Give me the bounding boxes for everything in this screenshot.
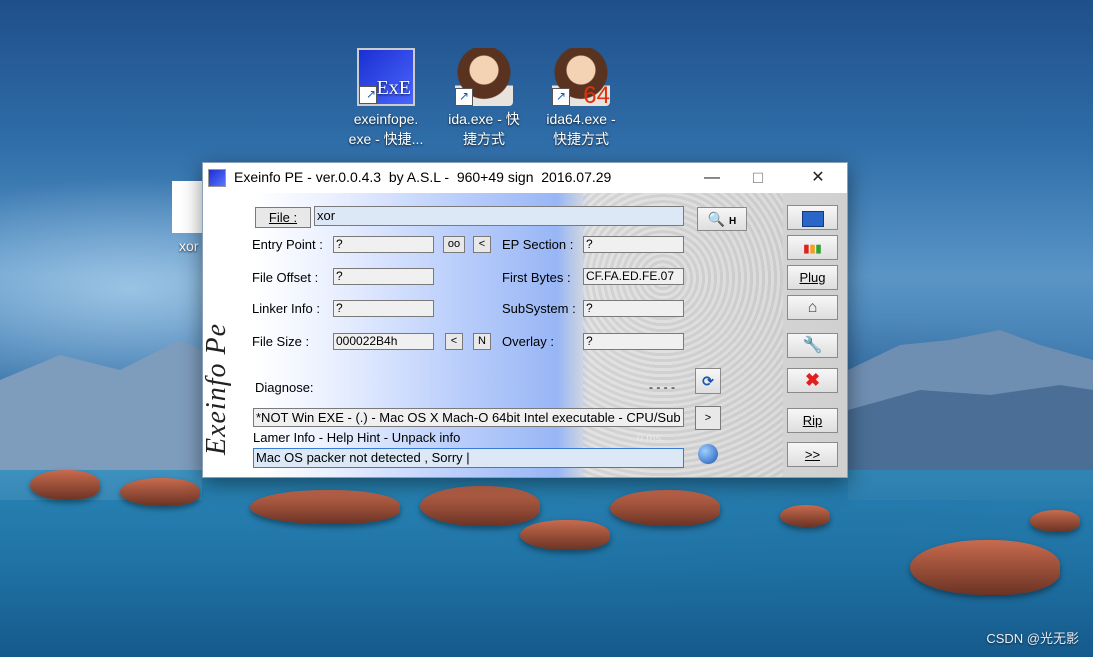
- csdn-watermark: CSDN @光无影: [986, 631, 1079, 646]
- packer-result-field[interactable]: Mac OS packer not detected , Sorry |: [253, 448, 684, 468]
- linker-info-field[interactable]: ?: [333, 300, 434, 317]
- overlay-field[interactable]: ?: [583, 333, 684, 350]
- rock: [30, 470, 100, 500]
- desktop-icon-ida[interactable]: ↗ ida.exe - 快 捷方式: [441, 48, 527, 149]
- desktop-icon-exeinfope[interactable]: ExE ↗ exeinfope. exe - 快捷...: [343, 48, 429, 149]
- ep-section-label: EP Section :: [502, 237, 574, 252]
- desktop-icon-label: ida64.exe -: [546, 111, 616, 127]
- title-bar[interactable]: Exeinfo PE - ver.0.0.4.3 by A.S.L - 960+…: [203, 163, 847, 193]
- plug-button[interactable]: Plug: [787, 265, 838, 290]
- exit-button[interactable]: ✖: [787, 368, 838, 393]
- rock: [910, 540, 1060, 595]
- shortcut-arrow-icon: ↗: [359, 86, 377, 104]
- file-size-field[interactable]: 000022B4h: [333, 333, 434, 350]
- timing-label: 0 ms.: [637, 432, 664, 444]
- rock: [1030, 510, 1080, 532]
- desktop-icon-xor-file-icon[interactable]: [172, 181, 206, 233]
- file-offset-label: File Offset :: [252, 270, 319, 285]
- entry-point-prev-button[interactable]: <: [473, 236, 491, 253]
- overlay-label: Overlay :: [502, 334, 555, 349]
- refresh-icon: ⟳: [702, 373, 714, 389]
- first-bytes-field[interactable]: CF.FA.ED.FE.07: [583, 268, 684, 285]
- file-size-prev-button[interactable]: <: [445, 333, 463, 350]
- red-x-icon: ✖: [804, 370, 821, 390]
- desktop-icon-xor-label: xor: [179, 238, 199, 254]
- search-hint-button[interactable]: 🔍 H: [697, 207, 747, 231]
- rock: [420, 486, 540, 526]
- diagnose-label: Diagnose:: [255, 380, 314, 395]
- home-button[interactable]: ⌂: [787, 295, 838, 320]
- subsystem-field[interactable]: ?: [583, 300, 684, 317]
- stats-button[interactable]: ▮▮▮: [787, 235, 838, 260]
- desktop-icon-ida64[interactable]: 64 ↗ ida64.exe - 快捷方式: [538, 48, 624, 149]
- close-button[interactable]: ✕: [795, 163, 841, 193]
- diagnose-progress-dashes: - - - -: [649, 380, 675, 394]
- ida-portrait-icon: ↗: [455, 48, 513, 106]
- rock: [120, 478, 200, 506]
- exeinfo-window: Exeinfo PE - ver.0.0.4.3 by A.S.L - 960+…: [202, 162, 848, 478]
- shortcut-arrow-icon: ↗: [552, 88, 570, 106]
- folder-icon: [801, 210, 824, 227]
- file-button-label: File :: [268, 210, 298, 225]
- shortcut-arrow-icon: ↗: [455, 88, 473, 106]
- linker-info-label: Linker Info :: [252, 301, 320, 316]
- main-panel: Exeinfo Pe File : xor 🔍 H Entry Point : …: [203, 193, 847, 477]
- home-icon: ⌂: [807, 299, 818, 316]
- desktop-icon-label: 快捷方式: [553, 131, 609, 147]
- entry-point-field[interactable]: ?: [333, 236, 434, 253]
- rock: [780, 505, 830, 527]
- globe-icon: [698, 444, 718, 464]
- entry-point-label: Entry Point :: [252, 237, 323, 252]
- desktop-icon-label: exe - 快捷...: [348, 131, 424, 147]
- entry-point-oo-button[interactable]: oo: [443, 236, 465, 253]
- open-folder-button[interactable]: [787, 205, 838, 230]
- search-hint-suffix: H: [729, 216, 737, 227]
- signal-bars-icon: ▮▮▮: [803, 243, 822, 255]
- first-bytes-label: First Bytes :: [502, 270, 571, 285]
- file-path-field[interactable]: xor: [314, 206, 684, 226]
- web-button[interactable]: [695, 442, 721, 468]
- diagnose-next-button[interactable]: >: [695, 406, 721, 430]
- desktop-icon-label: ida.exe - 快: [448, 111, 520, 127]
- subsystem-label: SubSystem :: [502, 301, 576, 316]
- rip-button[interactable]: Rip: [787, 408, 838, 433]
- rock: [520, 520, 610, 550]
- exeinfo-logo: Exeinfo Pe: [203, 303, 245, 477]
- magnifier-icon: 🔍: [707, 211, 726, 227]
- diagnose-result-field[interactable]: *NOT Win EXE - (.) - Mac OS X Mach-O 64b…: [253, 408, 684, 427]
- more-button[interactable]: >>: [787, 442, 838, 467]
- file-size-n-button[interactable]: N: [473, 333, 491, 350]
- file-size-label: File Size :: [252, 334, 310, 349]
- plug-button-label: Plug: [799, 270, 826, 285]
- minimize-button[interactable]: —: [689, 163, 735, 193]
- app-icon: [208, 169, 226, 187]
- maximize-button[interactable]: ☐: [735, 163, 781, 193]
- more-button-label: >>: [804, 447, 821, 462]
- exeinfope-icon-text: ExE: [376, 77, 411, 99]
- rock: [610, 490, 720, 526]
- lamer-info-label: Lamer Info - Help Hint - Unpack info: [253, 430, 461, 445]
- logo-text: Exeinfo Pe: [203, 322, 233, 456]
- exeinfope-icon: ExE ↗: [357, 48, 415, 106]
- file-offset-field[interactable]: ?: [333, 268, 434, 285]
- wrench-icon: 🔧: [802, 337, 823, 354]
- window-title: Exeinfo PE - ver.0.0.4.3 by A.S.L - 960+…: [234, 169, 612, 185]
- desktop-icon-label: exeinfope.: [353, 111, 419, 127]
- rip-button-label: Rip: [802, 413, 823, 428]
- ep-section-field[interactable]: ?: [583, 236, 684, 253]
- file-button[interactable]: File :: [255, 207, 311, 228]
- ida64-badge: 64: [583, 82, 610, 109]
- desktop-icon-label: 捷方式: [463, 131, 505, 147]
- ida64-portrait-icon: 64 ↗: [552, 48, 610, 109]
- rescan-button[interactable]: ⟳: [695, 368, 721, 394]
- rock: [250, 490, 400, 524]
- tools-button[interactable]: 🔧: [787, 333, 838, 358]
